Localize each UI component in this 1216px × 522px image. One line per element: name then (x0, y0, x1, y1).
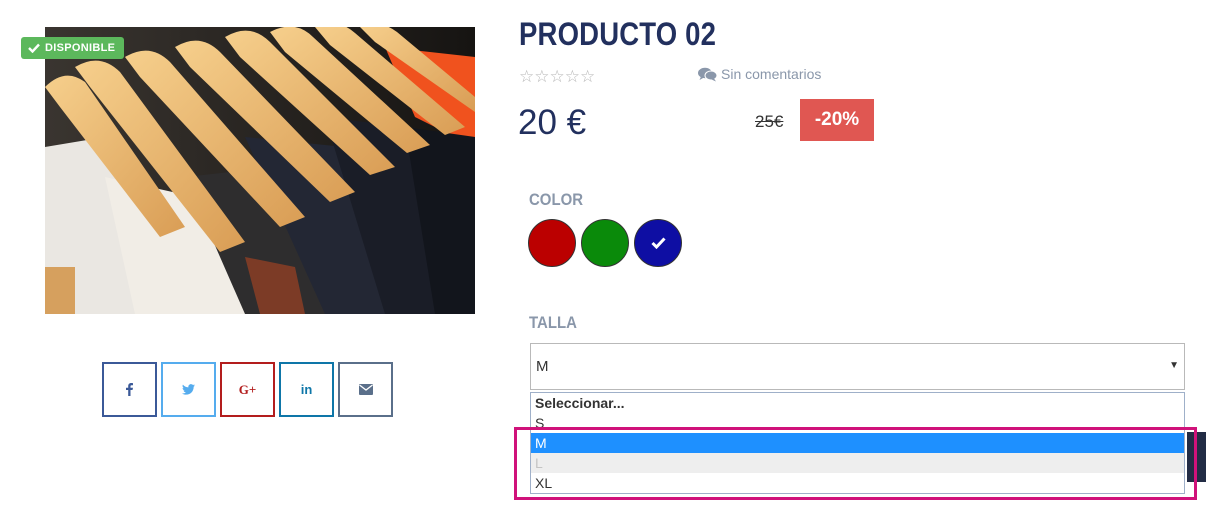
color-swatches (528, 219, 682, 267)
color-label: COLOR (529, 190, 584, 209)
share-twitter-button[interactable] (161, 362, 216, 417)
dropdown-arrow-icon: ▼ (1169, 360, 1179, 371)
availability-badge: DISPONIBLE (21, 37, 125, 59)
size-option-s[interactable]: S (531, 413, 1184, 433)
size-option-l: L (531, 453, 1184, 473)
color-swatch-green[interactable] (581, 219, 629, 267)
twitter-icon (182, 384, 195, 395)
check-icon (650, 237, 666, 249)
share-linkedin-button[interactable]: in (279, 362, 334, 417)
comments-link[interactable]: Sin comentarios (698, 66, 821, 82)
size-option-m[interactable]: M (531, 433, 1184, 453)
star-icons: ☆☆☆☆☆ (519, 67, 596, 86)
share-google-plus-button[interactable]: G+ (220, 362, 275, 417)
product-image[interactable] (45, 27, 475, 314)
add-to-cart-button-edge[interactable] (1187, 432, 1206, 482)
share-email-button[interactable] (338, 362, 393, 417)
size-select-value: M (536, 358, 549, 375)
size-option-placeholder[interactable]: Seleccionar... (531, 393, 1184, 413)
linkedin-icon: in (300, 382, 313, 397)
comments-icon (698, 67, 717, 81)
size-select[interactable]: M ▼ (530, 343, 1185, 390)
color-swatch-blue[interactable] (634, 219, 682, 267)
facebook-icon (126, 383, 133, 396)
share-facebook-button[interactable] (102, 362, 157, 417)
check-icon (28, 43, 40, 53)
size-option-xl[interactable]: XL (531, 473, 1184, 493)
comments-label: Sin comentarios (721, 66, 822, 82)
current-price: 20 € (518, 103, 587, 142)
discount-badge: -20% (800, 99, 874, 141)
rating-stars[interactable]: ☆☆☆☆☆ (519, 68, 595, 85)
size-dropdown-list: Seleccionar... S M L XL (530, 392, 1185, 494)
badge-label: DISPONIBLE (45, 42, 116, 54)
envelope-icon (358, 384, 373, 395)
old-price: 25€ (755, 112, 784, 131)
share-buttons: G+ in (102, 362, 393, 417)
size-label: TALLA (529, 313, 577, 332)
product-title: PRODUCTO 02 (519, 16, 717, 52)
google-plus-icon: G+ (238, 381, 257, 397)
color-swatch-red[interactable] (528, 219, 576, 267)
